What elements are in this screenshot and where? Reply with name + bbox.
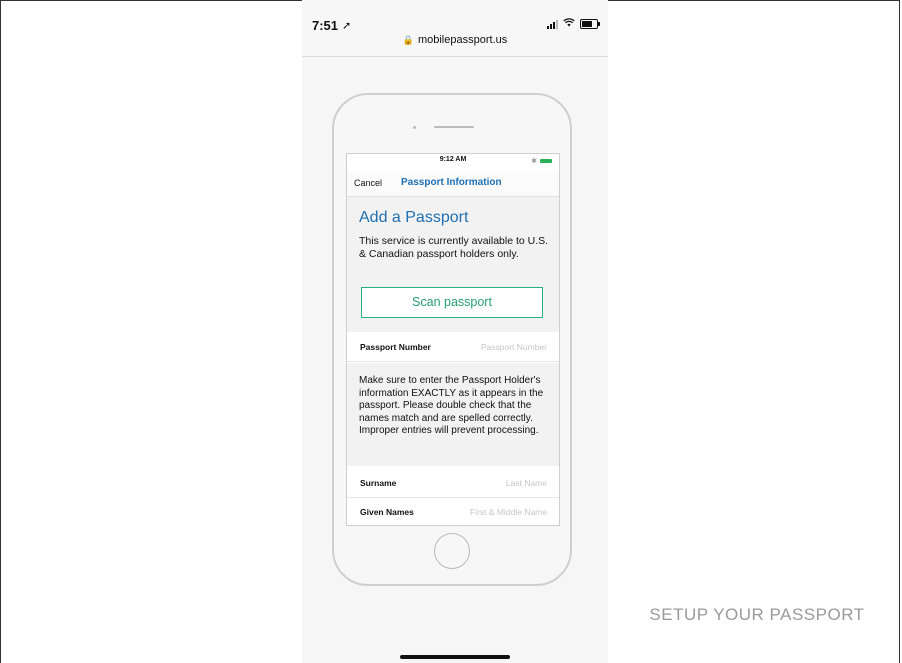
notice-text: Make sure to enter the Passport Holder's… (359, 375, 544, 437)
page-title: Add a Passport (359, 209, 469, 226)
signal-icon (547, 19, 558, 29)
field-placeholder: Last Name (505, 478, 547, 488)
battery-icon (580, 19, 600, 29)
nav-bar: Cancel Passport Information (347, 172, 559, 197)
phone-app-screen: 9:12 AM ✱ Cancel Passport Information Ad… (346, 153, 560, 526)
add-passport-section: Add a Passport This service is currently… (347, 197, 559, 332)
system-icons (547, 18, 600, 30)
availability-text: This service is currently available to U… (359, 235, 549, 260)
given-names-field[interactable]: Given Names First & Middle Name (347, 498, 559, 525)
home-button (434, 533, 470, 569)
accuracy-notice: Make sure to enter the Passport Holder's… (347, 363, 559, 466)
setup-caption: SETUP YOUR PASSPORT (649, 605, 865, 624)
url-text: mobilepassport.us (417, 34, 508, 46)
clock: 7:51 (312, 18, 339, 33)
battery-icon (540, 159, 552, 163)
inner-status-time: 9:12 AM (439, 156, 467, 163)
lock-icon: 🔒 (402, 35, 414, 45)
field-placeholder: First & Middle Name (470, 507, 547, 517)
surname-field[interactable]: Surname Last Name (347, 469, 559, 498)
speaker-grille (434, 126, 474, 128)
address-bar[interactable]: 🔒 mobilepassport.us (302, 34, 608, 46)
field-label: Given Names (360, 507, 414, 517)
camera-dot (413, 126, 416, 129)
nav-title: Passport Information (401, 177, 502, 188)
location-arrow-icon: ➚ (342, 20, 352, 32)
bluetooth-icon: ✱ (531, 158, 537, 165)
home-indicator[interactable] (400, 655, 510, 659)
field-label: Surname (360, 478, 397, 488)
wifi-icon (563, 18, 575, 30)
field-label: Passport Number (360, 342, 431, 352)
field-placeholder: Passport Number (480, 342, 547, 352)
cancel-button[interactable]: Cancel (354, 178, 382, 188)
passport-number-field[interactable]: Passport Number Passport Number (347, 333, 559, 362)
scan-passport-button[interactable]: Scan passport (361, 287, 543, 318)
status-bar: 7:51 ➚ 🔒 mobilepassport.us (302, 0, 608, 57)
